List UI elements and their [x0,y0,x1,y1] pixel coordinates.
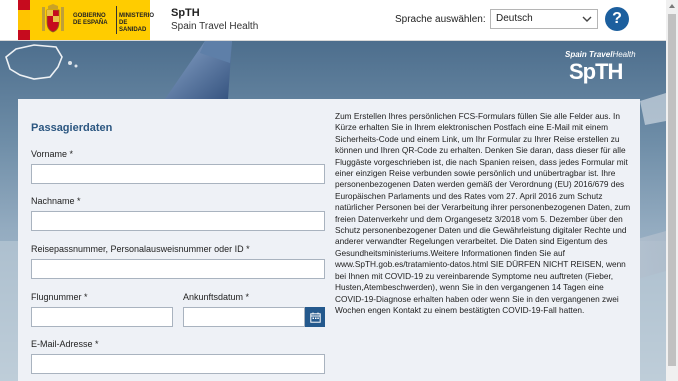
brand-subtitle: Spain Travel Health [171,21,259,32]
chevron-down-icon [582,16,592,22]
spain-flag-stripe [18,0,30,40]
ministry-text: MINISTERIO DE SANIDAD [119,13,155,33]
gov-spain-text: GOBIERNO DE ESPAÑA [73,13,108,26]
calendar-icon [309,312,321,323]
arrival-date-label: Ankunftsdatum * [183,292,250,302]
logo-tagline-light: Health [612,50,636,59]
logo-tagline: Spain TravelHealth [565,50,636,59]
language-select[interactable]: Deutsch [490,9,598,29]
flight-number-input[interactable] [31,307,173,327]
last-name-label: Nachname * [31,196,81,206]
passport-label: Reisepassnummer, Personalausweisnummer o… [31,244,250,254]
privacy-info-text: Zum Erstellen Ihres persönlichen FCS-For… [335,111,631,315]
email-input[interactable] [31,354,325,374]
help-button[interactable]: ? [605,7,629,31]
passenger-form: Passagierdaten Vorname * Nachname * Reis… [18,99,334,381]
logo-tagline-bold: Spain Travel [565,50,613,59]
logo-wordmark: SpTH [569,59,623,84]
scroll-up-arrow-icon[interactable] [666,0,678,12]
language-label: Sprache auswählen: [395,14,486,25]
brand-name: SpTH [171,7,200,19]
arrival-date-input[interactable] [183,307,305,327]
gov-divider [116,6,117,34]
passenger-form-card: Passagierdaten Vorname * Nachname * Reis… [18,99,640,381]
top-header: GOBIERNO DE ESPAÑA MINISTERIO DE SANIDAD… [0,0,666,41]
scrollbar-thumb[interactable] [668,14,676,366]
spain-map-logo-icon [5,44,78,80]
last-name-input[interactable] [31,211,325,231]
calendar-button[interactable] [305,307,325,327]
first-name-input[interactable] [31,164,325,184]
flight-number-label: Flugnummer * [31,292,88,302]
page-scrollbar[interactable] [666,0,678,381]
section-title: Passagierdaten [31,122,113,134]
coat-of-arms-icon [42,4,64,33]
email-label: E-Mail-Adresse * [31,339,99,349]
passport-input[interactable] [31,259,325,279]
question-mark-icon: ? [612,10,622,27]
first-name-label: Vorname * [31,149,74,159]
language-select-value: Deutsch [496,13,533,24]
